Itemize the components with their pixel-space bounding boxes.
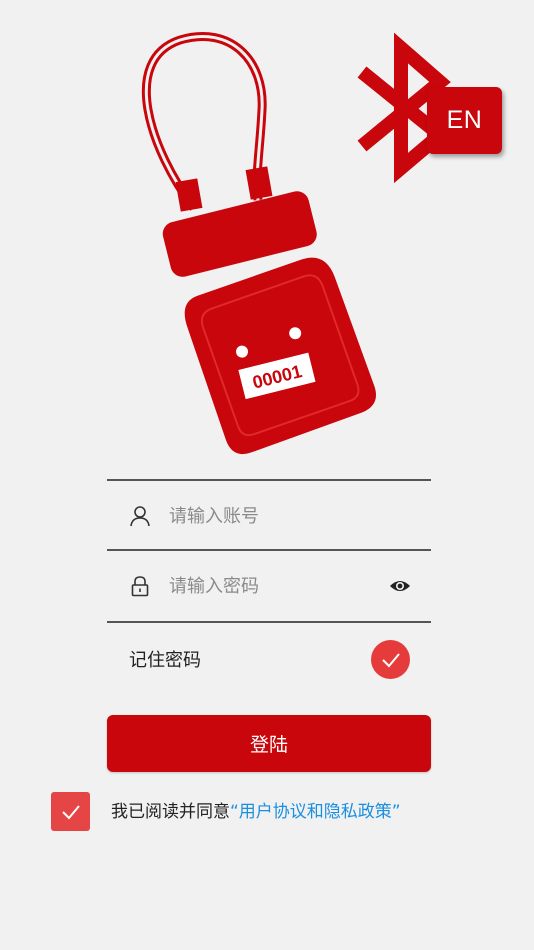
user-icon [130,506,150,527]
eye-icon[interactable] [389,575,411,597]
login-button-label: 登陆 [249,734,288,756]
check-icon [381,652,400,667]
privacy-policy-link[interactable]: “用户协议和隐私政策” [230,802,401,822]
lock-icon [131,576,149,597]
account-input[interactable] [169,499,379,533]
login-page: 00001 EN 记住密码 [0,0,534,950]
password-field-row [107,551,431,621]
remember-password-checkbox[interactable] [371,640,410,679]
language-button-label: EN [446,106,483,134]
password-input[interactable] [169,569,379,603]
padlock-seal-icon: 00001 [141,32,377,455]
language-button[interactable]: EN [427,87,502,154]
login-button[interactable]: 登陆 [107,715,431,772]
check-icon [61,804,80,819]
app-logo: 00001 [141,32,451,455]
divider [107,621,431,623]
agreement-text: 我已阅读并同意“用户协议和隐私政策” [111,797,401,822]
agreement-checkbox[interactable] [51,792,90,831]
agreement-prefix: 我已阅读并同意 [111,802,230,822]
remember-password-label: 记住密码 [129,650,201,671]
account-field-row [107,481,431,551]
